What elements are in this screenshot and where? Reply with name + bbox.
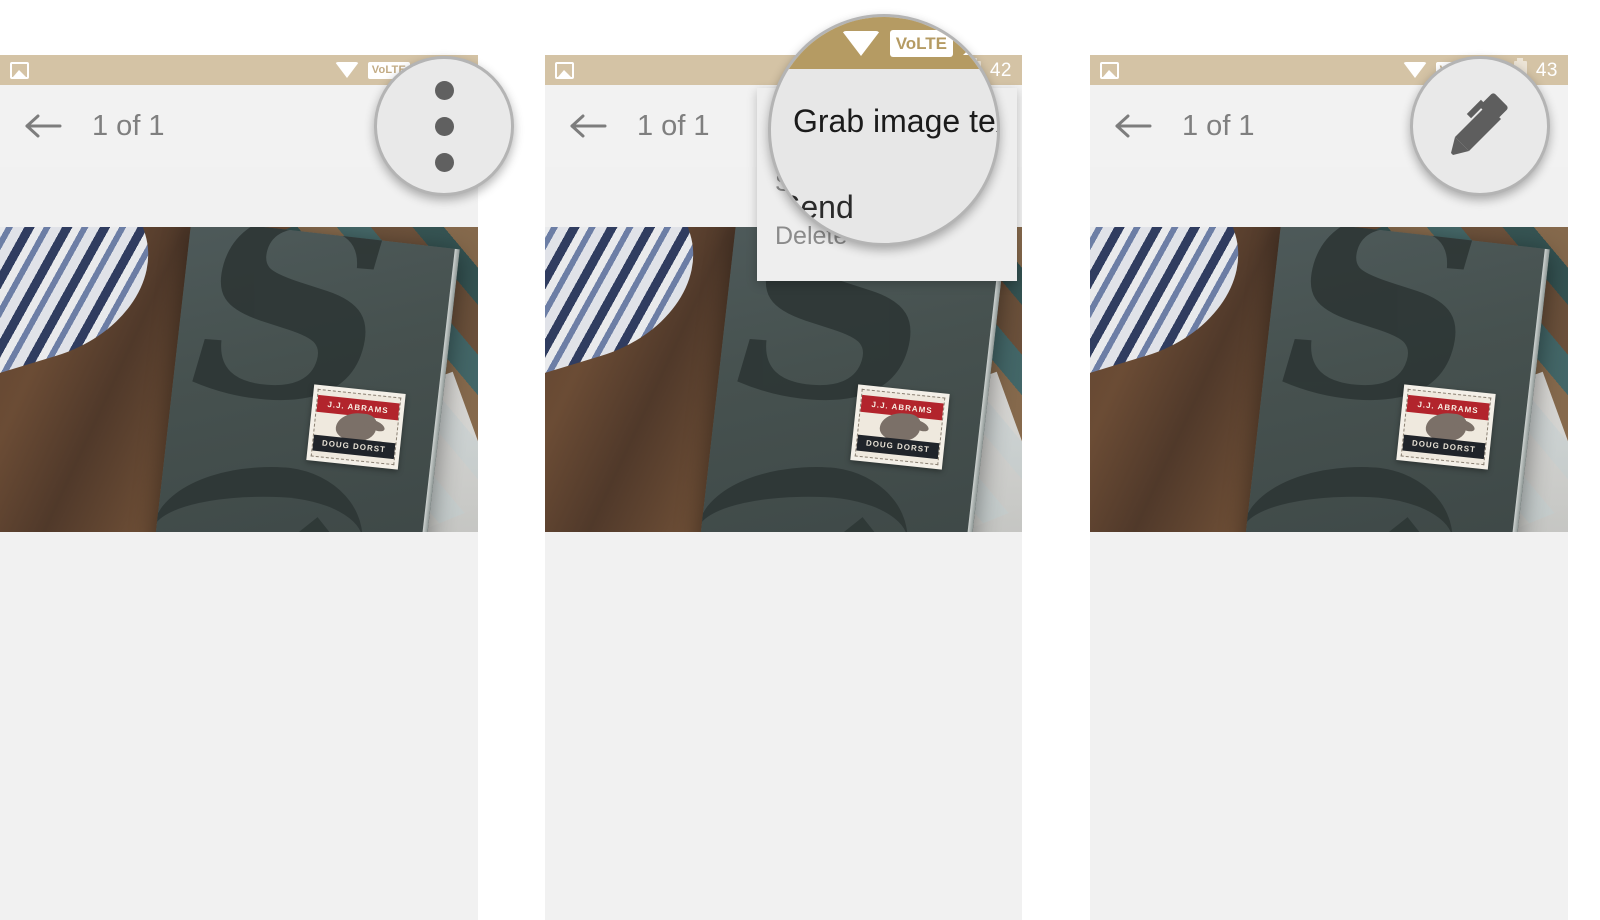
magnifier-callout-overflow-menu bbox=[374, 56, 514, 196]
photo-image[interactable]: S J.J. ABRAMS DOUG DORST bbox=[1090, 227, 1568, 532]
photo-icon bbox=[10, 61, 29, 79]
magnified-overflow-menu-icon[interactable] bbox=[434, 80, 454, 172]
sticker-bottom-text: DOUG DORST bbox=[855, 434, 940, 459]
magnified-status-bar: VoLTE bbox=[771, 17, 997, 69]
wifi-icon bbox=[1402, 62, 1427, 78]
content-bottom-gap bbox=[0, 532, 478, 920]
overflow-dot bbox=[434, 116, 454, 136]
sticker-inner: J.J. ABRAMS DOUG DORST bbox=[310, 388, 401, 465]
pencil-edit-icon[interactable] bbox=[1443, 89, 1517, 163]
book-cover-swoosh bbox=[154, 461, 366, 532]
back-arrow-icon[interactable] bbox=[563, 100, 615, 152]
photo-fabric-corner bbox=[1090, 227, 1262, 379]
page-title: 1 of 1 bbox=[637, 109, 710, 142]
page-title: 1 of 1 bbox=[92, 109, 165, 142]
status-bar-notifications bbox=[555, 61, 574, 79]
photo-sticker: J.J. ABRAMS DOUG DORST bbox=[849, 384, 950, 470]
photo-book: S bbox=[1244, 227, 1550, 532]
sticker-inner: J.J. ABRAMS DOUG DORST bbox=[1400, 388, 1491, 465]
viewer-content: S J.J. ABRAMS DOUG DORST bbox=[0, 167, 478, 920]
overflow-dot bbox=[434, 80, 454, 100]
photo-icon bbox=[1100, 61, 1119, 79]
content-bottom-gap bbox=[1090, 532, 1568, 920]
volte-badge: VoLTE bbox=[889, 29, 953, 57]
magnified-menu-item-grab-image-text[interactable]: Grab image text bbox=[793, 103, 997, 140]
magnifier-callout-grab-image-text: VoLTE Grab image text Send bbox=[768, 14, 1000, 246]
book-cover-swoosh bbox=[698, 461, 911, 532]
magnified-menu-item-send[interactable]: Send bbox=[779, 189, 854, 226]
status-bar-notifications bbox=[1100, 61, 1119, 79]
wifi-icon bbox=[334, 62, 359, 78]
viewer-content: S J.J. ABRAMS DOUG DORST bbox=[1090, 167, 1568, 920]
sticker-bottom-text: DOUG DORST bbox=[1401, 434, 1486, 459]
photo-sticker: J.J. ABRAMS DOUG DORST bbox=[305, 384, 406, 470]
status-bar-clock: 43 bbox=[1535, 59, 1558, 81]
content-bottom-gap bbox=[545, 532, 1022, 920]
wifi-icon bbox=[841, 30, 880, 56]
photo-book: S bbox=[154, 227, 460, 532]
signal-icon bbox=[963, 31, 989, 55]
photo-image[interactable]: S J.J. ABRAMS DOUG DORST bbox=[0, 227, 478, 532]
overflow-dot bbox=[434, 152, 454, 172]
photo-icon bbox=[555, 61, 574, 79]
photo-fabric-corner bbox=[0, 227, 172, 379]
magnifier-callout-edit-button bbox=[1410, 56, 1550, 196]
screenshot-stage: VoLTE 1 of 1 S J.J. ABRAMS DOUG DORST 42… bbox=[0, 0, 1600, 920]
status-bar-notifications bbox=[10, 61, 29, 79]
sticker-bottom-text: DOUG DORST bbox=[311, 434, 396, 459]
sticker-inner: J.J. ABRAMS DOUG DORST bbox=[854, 388, 946, 465]
back-arrow-icon[interactable] bbox=[18, 100, 70, 152]
photo-sticker: J.J. ABRAMS DOUG DORST bbox=[1395, 384, 1496, 470]
book-cover-swoosh bbox=[1244, 461, 1456, 532]
back-arrow-icon[interactable] bbox=[1108, 100, 1160, 152]
photo-fabric-corner bbox=[545, 227, 717, 379]
page-title: 1 of 1 bbox=[1182, 109, 1255, 142]
